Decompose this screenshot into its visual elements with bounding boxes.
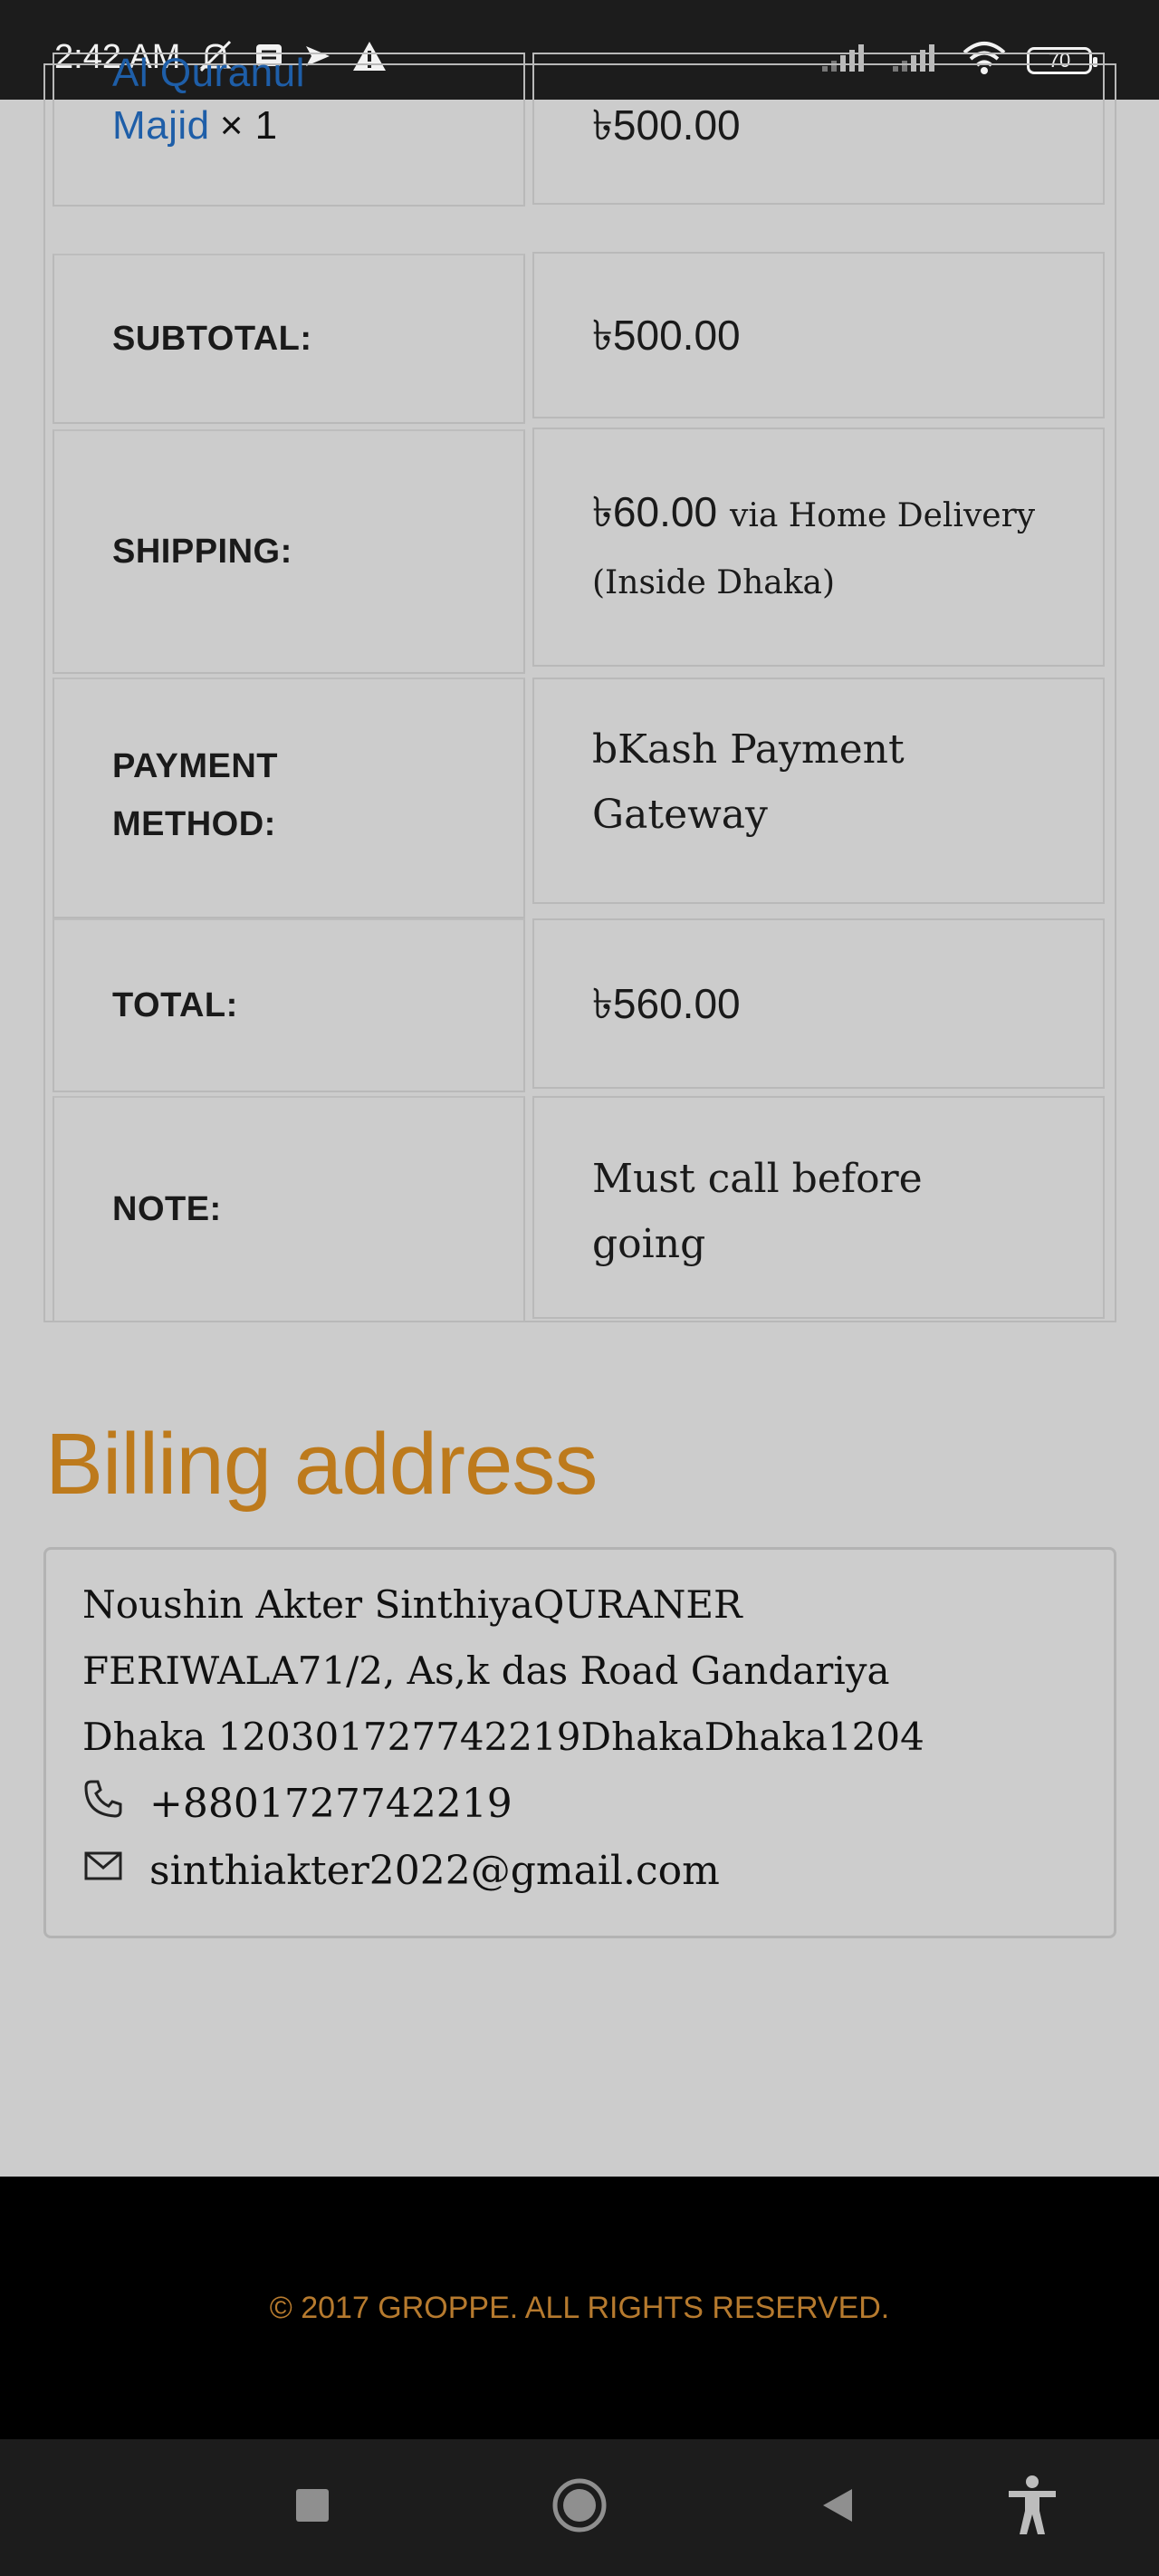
copyright-text: © 2017 GROPPE. ALL RIGHTS RESERVED. [269, 2290, 890, 2325]
total-value-cell: ৳560.00 [532, 918, 1105, 1089]
note-value-continued: going [592, 1221, 706, 1267]
subtotal-row: SUBTOTAL: ৳500.00 [45, 252, 1115, 429]
product-quantity: × 1 [219, 103, 278, 148]
note-label: NOTE: [53, 1096, 525, 1322]
billing-email: sinthiakter2022@gmail.com [82, 1837, 1078, 1904]
accessibility-button[interactable] [991, 2439, 1073, 2576]
shipping-row: SHIPPING: ৳60.00 via Home Delivery (Insi… [45, 428, 1115, 676]
square-icon [294, 2487, 330, 2528]
product-link[interactable]: Al Quranul [112, 51, 305, 95]
shipping-method-area: (Inside Dhaka) [592, 564, 836, 601]
shipping-value-cell: ৳60.00 via Home Delivery (Inside Dhaka) [532, 428, 1105, 667]
subtotal-value: ৳500.00 [592, 312, 741, 359]
billing-phone: +8801727742219 [82, 1770, 1078, 1837]
site-footer: © 2017 GROPPE. ALL RIGHTS RESERVED. [0, 2177, 1159, 2439]
product-price: ৳500.00 [592, 101, 741, 149]
payment-method-value-cell: bKash Payment Gateway [532, 678, 1105, 904]
payment-method-label: PAYMENT [112, 747, 278, 785]
navigation-bar [0, 2439, 1159, 2576]
payment-method-row: PAYMENT METHOD: bKash Payment Gateway [45, 678, 1115, 918]
total-row: TOTAL: ৳560.00 [45, 915, 1115, 1092]
payment-method-value-continued: Gateway [592, 792, 768, 838]
total-label: TOTAL: [53, 918, 525, 1092]
payment-method-label-continued: METHOD: [112, 805, 276, 843]
billing-address-line: Noushin Akter SinthiyaQURANER [82, 1582, 742, 1627]
payment-method-value: bKash Payment [592, 726, 905, 773]
product-link-continued[interactable]: Majid [112, 103, 210, 148]
payment-method-label-cell: PAYMENT METHOD: [53, 678, 525, 918]
order-details-table: Al Quranul Majid × 1 ৳500.00 SUBTOTAL: ৳… [43, 51, 1116, 1322]
accessibility-icon [1005, 2475, 1059, 2541]
envelope-icon [82, 1845, 124, 1897]
order-product-row: Al Quranul Majid × 1 ৳500.00 [45, 51, 1115, 216]
billing-address-heading: Billing address [45, 1416, 598, 1513]
circle-home-icon [551, 2476, 608, 2539]
back-triangle-icon [818, 2485, 857, 2530]
shipping-label: SHIPPING: [53, 429, 525, 674]
shipping-cost: ৳60.00 [592, 488, 718, 535]
billing-address-text: Noushin Akter SinthiyaQURANER FERIWALA71… [82, 1572, 1078, 1770]
product-cell: Al Quranul Majid × 1 [53, 51, 525, 207]
billing-email-address[interactable]: sinthiakter2022@gmail.com [149, 1848, 720, 1894]
home-button[interactable] [534, 2439, 625, 2576]
back-button[interactable] [797, 2439, 878, 2576]
note-value-cell: Must call before going [532, 1096, 1105, 1319]
billing-address-line: Dhaka 120301727742219DhakaDhaka1204 [82, 1715, 924, 1759]
phone-icon [82, 1778, 124, 1830]
total-value: ৳560.00 [592, 980, 741, 1027]
note-value: Must call before [592, 1156, 923, 1202]
note-row: NOTE: Must call before going [45, 1089, 1115, 1322]
billing-phone-number[interactable]: +8801727742219 [149, 1781, 512, 1827]
recents-button[interactable] [272, 2439, 353, 2576]
subtotal-value-cell: ৳500.00 [532, 252, 1105, 418]
billing-address-box: Noushin Akter SinthiyaQURANER FERIWALA71… [43, 1547, 1116, 1938]
subtotal-label: SUBTOTAL: [53, 254, 525, 424]
product-price-cell: ৳500.00 [532, 53, 1105, 205]
shipping-method: via Home Delivery [730, 497, 1036, 534]
billing-address-line: FERIWALA71/2, As,k das Road Gandariya [82, 1648, 890, 1693]
